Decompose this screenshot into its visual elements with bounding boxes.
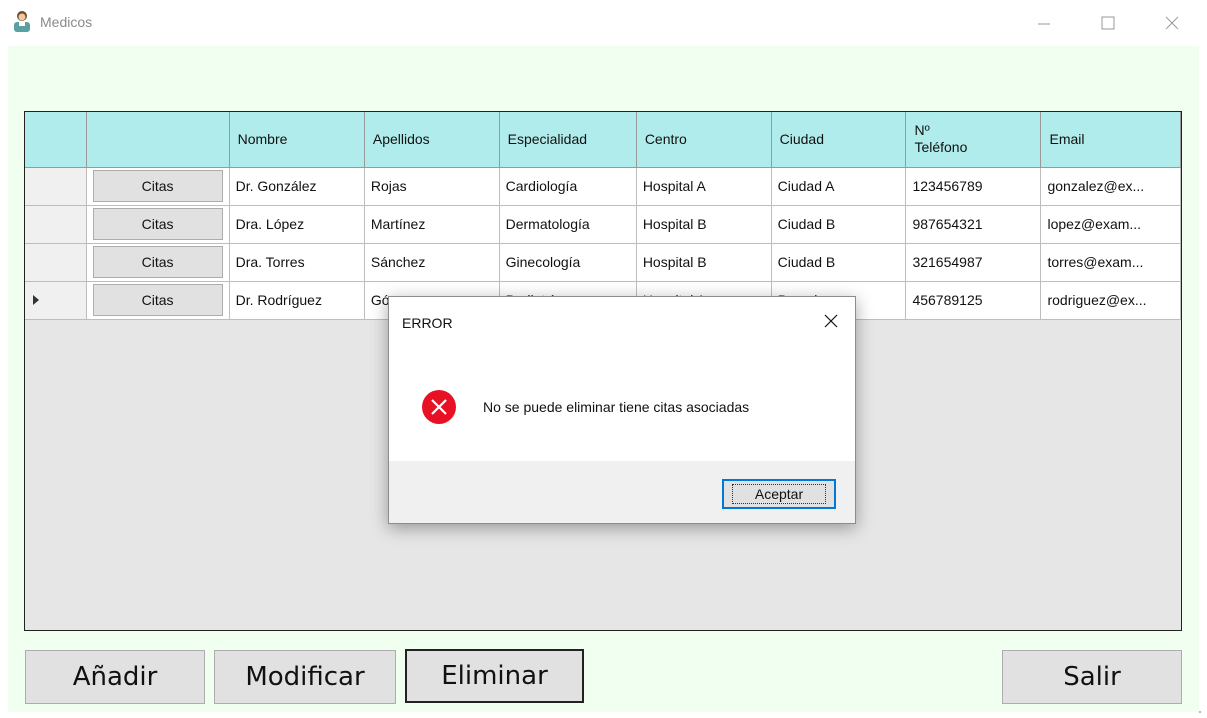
title-bar: Medicos xyxy=(0,0,1207,46)
dialog-close-button[interactable] xyxy=(817,309,845,333)
minimize-icon xyxy=(1038,23,1050,25)
cell-centro[interactable]: Hospital B xyxy=(636,205,772,244)
cell-email[interactable]: rodriguez@ex... xyxy=(1040,281,1181,320)
close-button[interactable] xyxy=(1152,8,1192,38)
column-header-telefono[interactable]: Nº Teléfono xyxy=(905,112,1042,168)
row-header[interactable] xyxy=(25,167,87,206)
row-header[interactable] xyxy=(25,205,87,244)
cell-nombre[interactable]: Dra. Torres xyxy=(229,243,365,282)
citas-button[interactable]: Citas xyxy=(92,284,223,316)
cell-telefono[interactable]: 321654987 xyxy=(905,243,1042,282)
cell-apellidos[interactable]: Sánchez xyxy=(364,243,500,282)
dialog-footer: Aceptar xyxy=(389,461,855,523)
cell-especialidad[interactable]: Dermatología xyxy=(499,205,637,244)
close-icon xyxy=(824,314,838,328)
column-header-centro[interactable]: Centro xyxy=(636,112,772,168)
error-icon xyxy=(422,390,456,424)
table-row[interactable]: Citas Dra. Torres Sánchez Ginecología Ho… xyxy=(25,243,1181,282)
cell-especialidad[interactable]: Ginecología xyxy=(499,243,637,282)
table-header-row: Nombre Apellidos Especialidad Centro Ciu… xyxy=(25,112,1181,168)
cell-ciudad[interactable]: Ciudad B xyxy=(771,243,907,282)
cell-ciudad[interactable]: Ciudad A xyxy=(771,167,907,206)
cell-telefono[interactable]: 987654321 xyxy=(905,205,1042,244)
cell-nombre[interactable]: Dr. Rodríguez xyxy=(229,281,365,320)
citas-button[interactable]: Citas xyxy=(92,170,223,202)
row-header[interactable] xyxy=(25,243,87,282)
current-row-arrow-icon xyxy=(33,295,39,305)
citas-cell: Citas xyxy=(86,243,230,282)
column-header-citas[interactable] xyxy=(86,112,230,168)
cell-ciudad[interactable]: Ciudad B xyxy=(771,205,907,244)
telefono-header-text: Nº Teléfono xyxy=(914,122,968,156)
cell-email[interactable]: torres@exam... xyxy=(1040,243,1181,282)
maximize-button[interactable] xyxy=(1088,8,1128,38)
citas-cell: Citas xyxy=(86,205,230,244)
column-header-especialidad[interactable]: Especialidad xyxy=(499,112,637,168)
table-row[interactable]: Citas Dra. López Martínez Dermatología H… xyxy=(25,205,1181,244)
delete-button[interactable]: Eliminar xyxy=(405,649,584,703)
exit-button[interactable]: Salir xyxy=(1002,650,1182,704)
close-icon xyxy=(1165,16,1179,30)
table-row[interactable]: Citas Dr. González Rojas Cardiología Hos… xyxy=(25,167,1181,206)
row-header-current[interactable] xyxy=(25,281,87,320)
cell-email[interactable]: gonzalez@ex... xyxy=(1040,167,1181,206)
column-header-ciudad[interactable]: Ciudad xyxy=(771,112,907,168)
cell-centro[interactable]: Hospital A xyxy=(636,167,772,206)
cell-nombre[interactable]: Dra. López xyxy=(229,205,365,244)
cell-nombre[interactable]: Dr. González xyxy=(229,167,365,206)
accept-button-label: Aceptar xyxy=(731,484,827,504)
column-header-apellidos[interactable]: Apellidos xyxy=(364,112,500,168)
column-header-nombre[interactable]: Nombre xyxy=(229,112,365,168)
dialog-title: ERROR xyxy=(402,315,453,331)
cell-email[interactable]: lopez@exam... xyxy=(1040,205,1181,244)
cell-apellidos[interactable]: Martínez xyxy=(364,205,500,244)
citas-button[interactable]: Citas xyxy=(92,208,223,240)
row-header-corner[interactable] xyxy=(25,112,87,168)
column-header-email[interactable]: Email xyxy=(1040,112,1181,168)
citas-button[interactable]: Citas xyxy=(92,246,223,278)
modify-button[interactable]: Modificar xyxy=(214,650,396,704)
window-title: Medicos xyxy=(40,14,93,30)
minimize-button[interactable] xyxy=(1024,8,1064,38)
cell-apellidos[interactable]: Rojas xyxy=(364,167,500,206)
add-button[interactable]: Añadir xyxy=(25,650,205,704)
cell-telefono[interactable]: 123456789 xyxy=(905,167,1042,206)
dialog-message: No se puede eliminar tiene citas asociad… xyxy=(483,399,750,415)
cell-especialidad[interactable]: Cardiología xyxy=(499,167,637,206)
accept-button[interactable]: Aceptar xyxy=(722,479,836,509)
citas-cell: Citas xyxy=(86,281,230,320)
error-dialog: ERROR No se puede eliminar tiene citas a… xyxy=(388,296,856,524)
maximize-icon xyxy=(1101,16,1115,30)
cell-telefono[interactable]: 456789125 xyxy=(905,281,1042,320)
resize-grip-icon[interactable] xyxy=(1196,708,1202,714)
doctors-table: Nombre Apellidos Especialidad Centro Ciu… xyxy=(25,112,1181,320)
citas-cell: Citas xyxy=(86,167,230,206)
cell-centro[interactable]: Hospital B xyxy=(636,243,772,282)
doctor-icon xyxy=(14,11,30,32)
